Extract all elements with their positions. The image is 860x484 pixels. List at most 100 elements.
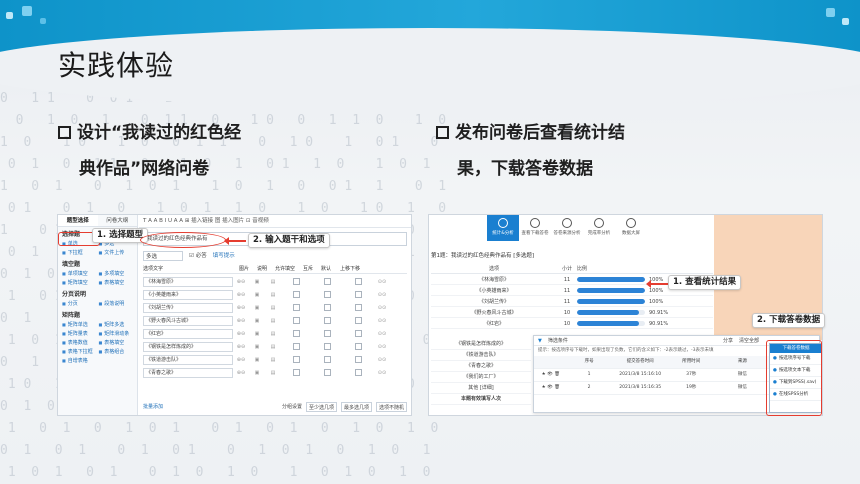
allow-fill-checkbox[interactable]: [293, 356, 300, 363]
description-icon[interactable]: ▤: [265, 357, 281, 363]
footer-option[interactable]: 最多选几项: [340, 402, 372, 412]
sidebar-item[interactable]: 表格组合: [99, 348, 134, 356]
option-text-input[interactable]: 《钢铁是怎样炼成的》: [143, 341, 233, 352]
default-checkbox[interactable]: [355, 343, 362, 350]
tab-question-types[interactable]: 题型选择: [58, 215, 98, 226]
sidebar-item[interactable]: 表格填空: [99, 339, 134, 347]
default-checkbox[interactable]: [355, 304, 362, 311]
move-up-down-icon[interactable]: ⊙⊙: [374, 357, 390, 363]
image-icon[interactable]: ▣: [249, 279, 265, 285]
move-up-down-icon[interactable]: ⊙⊙: [374, 344, 390, 350]
option-text-input[interactable]: 《林海雪原》: [143, 276, 233, 287]
star-icon[interactable]: ★ 👁 🗑: [538, 382, 564, 394]
move-up-down-icon[interactable]: ⊙⊙: [374, 318, 390, 324]
sidebar-item[interactable]: 表格下拉框: [62, 348, 97, 356]
sidebar-item[interactable]: 单项填空: [62, 270, 97, 278]
clear-all-button[interactable]: 清空全部: [739, 336, 759, 345]
option-text-input[interactable]: 《铁道游击队》: [143, 354, 233, 365]
image-icon[interactable]: ▣: [249, 305, 265, 311]
sidebar-item[interactable]: 矩阵滑动条: [99, 330, 134, 338]
footer-option[interactable]: 选项不随机: [375, 402, 407, 412]
hint-link[interactable]: 填写提示: [213, 251, 235, 261]
add-remove-icon[interactable]: ⊕⊖: [233, 305, 249, 311]
allow-fill-checkbox[interactable]: [293, 304, 300, 311]
sidebar-item[interactable]: 表格数值: [62, 339, 97, 347]
allow-fill-checkbox[interactable]: [293, 343, 300, 350]
question-type-select[interactable]: 多选: [143, 251, 183, 261]
exclusive-checkbox[interactable]: [324, 278, 331, 285]
move-up-down-icon[interactable]: ⊙⊙: [374, 279, 390, 285]
image-icon[interactable]: ▣: [249, 357, 265, 363]
exclusive-checkbox[interactable]: [324, 317, 331, 324]
tab-stats-2[interactable]: 查看下载答卷: [519, 215, 551, 241]
sidebar-item[interactable]: 矩阵单选: [62, 321, 97, 329]
image-icon[interactable]: ▣: [249, 318, 265, 324]
exclusive-checkbox[interactable]: [324, 304, 331, 311]
sidebar-item[interactable]: 多项填空: [99, 270, 134, 278]
add-remove-icon[interactable]: ⊕⊖: [233, 344, 249, 350]
tab-outline[interactable]: 问卷大纲: [98, 215, 138, 226]
image-icon[interactable]: ▣: [249, 331, 265, 337]
default-checkbox[interactable]: [355, 369, 362, 376]
sidebar-item[interactable]: 自增表格: [62, 357, 97, 365]
add-remove-icon[interactable]: ⊕⊖: [233, 370, 249, 376]
description-icon[interactable]: ▤: [265, 305, 281, 311]
footer-option[interactable]: 分组设置: [282, 402, 302, 412]
default-checkbox[interactable]: [355, 330, 362, 337]
exclusive-checkbox[interactable]: [324, 343, 331, 350]
add-remove-icon[interactable]: ⊕⊖: [233, 292, 249, 298]
add-remove-icon[interactable]: ⊕⊖: [233, 318, 249, 324]
tab-stats-3[interactable]: 答卷来源分析: [551, 215, 583, 241]
description-icon[interactable]: ▤: [265, 331, 281, 337]
exclusive-checkbox[interactable]: [324, 291, 331, 298]
allow-fill-checkbox[interactable]: [293, 291, 300, 298]
option-text-input[interactable]: 《小英雄雨来》: [143, 289, 233, 300]
move-up-down-icon[interactable]: ⊙⊙: [374, 370, 390, 376]
image-icon[interactable]: ▣: [249, 370, 265, 376]
sidebar-item[interactable]: 段落说明: [99, 300, 134, 308]
filter-title[interactable]: 筛选条件: [548, 336, 568, 345]
required-checkbox[interactable]: ☑ 必答: [189, 251, 207, 261]
tab-stats-1[interactable]: 统计&分析: [487, 215, 519, 241]
description-icon[interactable]: ▤: [265, 292, 281, 298]
exclusive-checkbox[interactable]: [324, 356, 331, 363]
image-icon[interactable]: ▣: [249, 292, 265, 298]
exclusive-checkbox[interactable]: [324, 369, 331, 376]
add-remove-icon[interactable]: ⊕⊖: [233, 331, 249, 337]
star-icon[interactable]: ★ 👁 🗑: [538, 369, 564, 381]
add-remove-icon[interactable]: ⊕⊖: [233, 279, 249, 285]
footer-option[interactable]: 至少选几项: [305, 402, 337, 412]
allow-fill-checkbox[interactable]: [293, 369, 300, 376]
option-text-input[interactable]: 《红岩》: [143, 328, 233, 339]
filter-icon[interactable]: ▼: [538, 336, 542, 345]
sidebar-item[interactable]: 下拉框: [62, 249, 97, 257]
image-icon[interactable]: ▣: [249, 344, 265, 350]
allow-fill-checkbox[interactable]: [293, 278, 300, 285]
sidebar-item[interactable]: 矩阵量表: [62, 330, 97, 338]
option-text-input[interactable]: 《野火春风斗古城》: [143, 315, 233, 326]
default-checkbox[interactable]: [355, 317, 362, 324]
default-checkbox[interactable]: [355, 356, 362, 363]
sidebar-item[interactable]: 矩阵多选: [99, 321, 134, 329]
move-up-down-icon[interactable]: ⊙⊙: [374, 305, 390, 311]
description-icon[interactable]: ▤: [265, 370, 281, 376]
move-up-down-icon[interactable]: ⊙⊙: [374, 331, 390, 337]
sidebar-item[interactable]: 矩阵填空: [62, 279, 97, 287]
allow-fill-checkbox[interactable]: [293, 330, 300, 337]
sidebar-item[interactable]: 分页: [62, 300, 97, 308]
tab-stats-4[interactable]: 完成率分析: [583, 215, 615, 241]
option-text-input[interactable]: 《青春之歌》: [143, 367, 233, 378]
batch-add-link[interactable]: 批量添加: [143, 402, 163, 412]
allow-fill-checkbox[interactable]: [293, 317, 300, 324]
share-button[interactable]: 分享: [723, 336, 733, 345]
option-text-input[interactable]: 《刘胡兰传》: [143, 302, 233, 313]
move-up-down-icon[interactable]: ⊙⊙: [374, 292, 390, 298]
description-icon[interactable]: ▤: [265, 318, 281, 324]
editor-toolbar[interactable]: T A A B I U A A ⊞ 插入链接 图 插入图片 ⊡ 音视频: [139, 215, 411, 228]
description-icon[interactable]: ▤: [265, 344, 281, 350]
sidebar-item[interactable]: 表格填空: [99, 279, 134, 287]
description-icon[interactable]: ▤: [265, 279, 281, 285]
add-remove-icon[interactable]: ⊕⊖: [233, 357, 249, 363]
default-checkbox[interactable]: [355, 291, 362, 298]
exclusive-checkbox[interactable]: [324, 330, 331, 337]
